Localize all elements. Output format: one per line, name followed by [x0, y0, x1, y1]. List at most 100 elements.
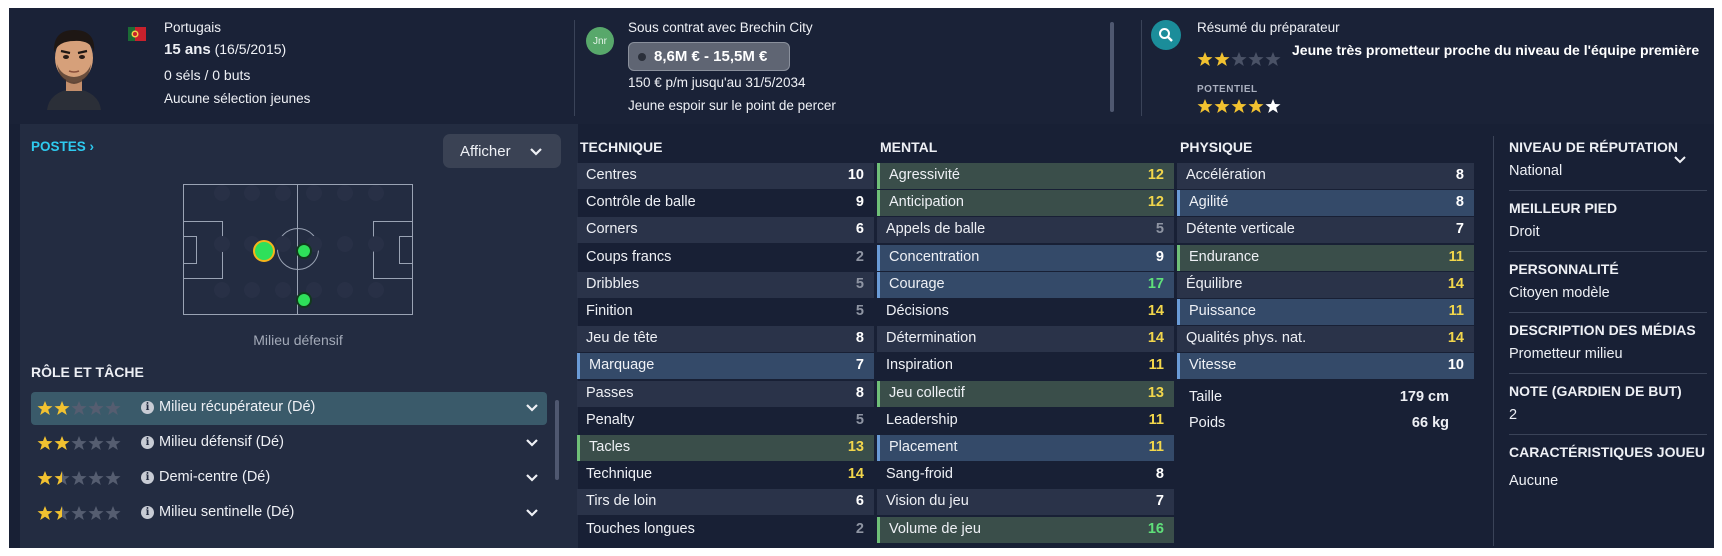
technique-attribute-row[interactable]: Jeu de tête 8: [577, 326, 874, 353]
chevron-down-icon[interactable]: [525, 402, 539, 414]
roles-title: RÔLE ET TÂCHE: [31, 364, 144, 380]
attribute-name: Contrôle de balle: [586, 194, 696, 211]
attribute-name: Anticipation: [889, 194, 964, 211]
physique-attribute-row[interactable]: Qualités phys. nat. 14: [1177, 326, 1474, 353]
mental-attribute-row[interactable]: Agressivité 12: [877, 163, 1174, 189]
info-icon[interactable]: i: [141, 436, 154, 449]
portugal-flag-icon: [128, 27, 146, 41]
attribute-value: 2: [855, 520, 864, 537]
technique-attribute-row[interactable]: Penalty 5: [577, 408, 874, 434]
chevron-down-icon[interactable]: [525, 472, 539, 484]
contract-club[interactable]: Sous contrat avec Brechin City: [628, 20, 813, 35]
attribute-value: 14: [847, 466, 864, 483]
show-label: Afficher: [460, 142, 511, 160]
attribute-value: 6: [855, 493, 864, 510]
physique-attribute-row[interactable]: Puissance 11: [1177, 299, 1474, 325]
attribute-value: 9: [1155, 248, 1164, 265]
star-icon: [54, 401, 70, 415]
technique-attribute-row[interactable]: Contrôle de balle 9: [577, 190, 874, 216]
role-row[interactable]: i Milieu sentinelle (Dé): [31, 497, 547, 530]
show-dropdown-button[interactable]: Afficher: [443, 134, 561, 168]
mental-attribute-row[interactable]: Jeu collectif 13: [877, 380, 1174, 407]
star-icon: [1265, 99, 1281, 113]
attribute-name: Coups francs: [586, 248, 672, 265]
info-icon[interactable]: i: [141, 471, 154, 484]
physique-attribute-row[interactable]: Détente verticale 7: [1177, 217, 1474, 244]
info-separator: [1509, 190, 1707, 191]
star-icon: [1214, 52, 1230, 66]
attribute-name: Agilité: [1189, 194, 1229, 211]
accomplished-position-marker[interactable]: [296, 292, 312, 308]
coach-report-search-button[interactable]: [1151, 20, 1181, 50]
role-row[interactable]: i Demi-centre (Dé): [31, 462, 547, 495]
attribute-value: 5: [855, 275, 864, 292]
attribute-name: Jeu collectif: [889, 384, 965, 401]
physique-attribute-row[interactable]: Vitesse 10: [1177, 353, 1474, 380]
technique-attribute-row[interactable]: Tirs de loin 6: [577, 489, 874, 516]
gk-rating-label: NOTE (GARDIEN DE BUT): [1509, 383, 1682, 399]
pitch-position-slot: [214, 282, 230, 298]
physique-attribute-row[interactable]: Agilité 8: [1177, 190, 1474, 217]
mental-attribute-row[interactable]: Volume de jeu 16: [877, 516, 1174, 543]
mental-attribute-row[interactable]: Inspiration 11: [877, 353, 1174, 379]
technique-attribute-row[interactable]: Centres 10: [577, 163, 874, 189]
info-icon[interactable]: i: [141, 506, 154, 519]
attribute-value: 7: [855, 357, 864, 374]
personality-value: Citoyen modèle: [1509, 285, 1610, 301]
mental-attribute-row[interactable]: Appels de balle 5: [877, 217, 1174, 244]
attribute-value: 13: [1147, 384, 1164, 401]
technique-attribute-row[interactable]: Marquage 7: [577, 353, 874, 380]
attribute-value: 14: [1147, 330, 1164, 347]
star-icon: [54, 506, 70, 520]
attribute-name: Tacles: [589, 439, 631, 455]
natural-position-marker[interactable]: [253, 240, 275, 262]
mental-attribute-row[interactable]: Courage 17: [877, 271, 1174, 298]
mental-attribute-row[interactable]: Leadership 11: [877, 408, 1174, 434]
technique-attribute-row[interactable]: Dribbles 5: [577, 271, 874, 298]
star-icon: [105, 506, 121, 520]
role-row[interactable]: i Milieu récupérateur (Dé): [31, 392, 547, 425]
star-icon: [71, 471, 87, 485]
value-range: 8,6M € - 15,5M €: [654, 48, 768, 65]
chevron-down-icon[interactable]: [525, 507, 539, 519]
pitch-position-slot: [275, 185, 291, 201]
technique-attribute-row[interactable]: Touches longues 2: [577, 517, 874, 543]
attribute-name: Tirs de loin: [586, 493, 657, 510]
mental-attribute-row[interactable]: Vision du jeu 7: [877, 489, 1174, 516]
physique-attribute-row[interactable]: Accélération 8: [1177, 163, 1474, 189]
technique-attribute-row[interactable]: Coups francs 2: [577, 245, 874, 271]
chevron-down-icon[interactable]: [1673, 154, 1687, 166]
attribute-value: 10: [847, 167, 864, 183]
technique-attribute-row[interactable]: Tacles 13: [577, 435, 874, 461]
attribute-value: 11: [1148, 439, 1164, 455]
role-label: Milieu défensif (Dé): [159, 434, 284, 450]
chevron-down-icon[interactable]: [525, 437, 539, 449]
mental-attribute-row[interactable]: Détermination 14: [877, 326, 1174, 353]
mental-attribute-row[interactable]: Sang-froid 8: [877, 462, 1174, 488]
header-scrollbar[interactable]: [1110, 22, 1114, 112]
mental-attribute-row[interactable]: Concentration 9: [877, 244, 1174, 271]
technique-attribute-row[interactable]: Corners 6: [577, 217, 874, 244]
physique-attribute-row[interactable]: Endurance 11: [1177, 244, 1474, 271]
technique-attribute-row[interactable]: Passes 8: [577, 380, 874, 407]
value-dot-icon: [638, 52, 646, 61]
technique-attribute-row[interactable]: Technique 14: [577, 462, 874, 488]
star-icon: [1248, 52, 1264, 66]
info-separator: [1509, 373, 1707, 374]
star-icon: [37, 471, 53, 485]
role-row[interactable]: i Milieu défensif (Dé): [31, 427, 547, 460]
roles-scrollbar[interactable]: [555, 400, 559, 480]
role-label: Milieu récupérateur (Dé): [159, 399, 316, 415]
physique-attribute-row[interactable]: Équilibre 14: [1177, 271, 1474, 298]
wage: 150 € p/m jusqu'au 31/5/2034: [628, 75, 806, 90]
technique-attribute-row[interactable]: Finition 5: [577, 299, 874, 325]
accomplished-position-marker[interactable]: [296, 243, 312, 259]
positions-link[interactable]: POSTES ›: [31, 139, 94, 154]
mental-attribute-row[interactable]: Décisions 14: [877, 299, 1174, 325]
star-icon: [71, 436, 87, 450]
info-icon[interactable]: i: [141, 401, 154, 414]
mental-attribute-row[interactable]: Placement 11: [877, 435, 1174, 461]
value-range-pill[interactable]: 8,6M € - 15,5M €: [628, 42, 790, 71]
mental-attribute-row[interactable]: Anticipation 12: [877, 190, 1174, 217]
attribute-name: Passes: [586, 384, 634, 401]
